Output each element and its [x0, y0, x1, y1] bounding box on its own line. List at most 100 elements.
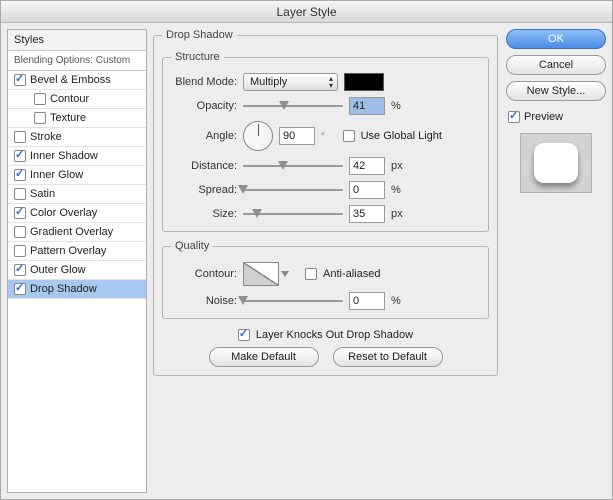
style-checkbox[interactable] — [14, 131, 26, 143]
style-label: Texture — [50, 112, 86, 124]
contour-label: Contour: — [171, 268, 237, 280]
spread-unit: % — [391, 184, 401, 196]
style-label: Bevel & Emboss — [30, 74, 111, 86]
knockout-checkbox[interactable] — [238, 329, 250, 341]
angle-dial[interactable] — [243, 121, 273, 151]
style-checkbox[interactable] — [34, 93, 46, 105]
noise-unit: % — [391, 295, 401, 307]
content: Styles Blending Options: Custom Bevel & … — [1, 23, 612, 499]
drop-shadow-legend: Drop Shadow — [162, 29, 237, 41]
opacity-unit: % — [391, 100, 401, 112]
opacity-label: Opacity: — [171, 100, 237, 112]
structure-group: Structure Blend Mode: Multiply ▴▾ Opacit… — [162, 51, 489, 232]
distance-slider[interactable] — [243, 159, 343, 173]
select-arrows-icon: ▴▾ — [329, 75, 333, 89]
style-label: Stroke — [30, 131, 62, 143]
style-row-texture[interactable]: Texture — [8, 109, 146, 128]
use-global-light-checkbox[interactable] — [343, 130, 355, 142]
style-label: Gradient Overlay — [30, 226, 113, 238]
preview-label: Preview — [524, 111, 563, 123]
distance-input[interactable]: 42 — [349, 157, 385, 175]
style-label: Outer Glow — [30, 264, 86, 276]
use-global-light-label: Use Global Light — [361, 130, 442, 142]
make-default-button[interactable]: Make Default — [209, 347, 319, 367]
style-row-satin[interactable]: Satin — [8, 185, 146, 204]
preview-thumbnail — [534, 143, 578, 183]
blend-mode-value: Multiply — [250, 76, 287, 88]
angle-unit: ° — [321, 131, 325, 141]
style-checkbox[interactable] — [14, 207, 26, 219]
style-row-stroke[interactable]: Stroke — [8, 128, 146, 147]
style-checkbox[interactable] — [14, 264, 26, 276]
blending-options[interactable]: Blending Options: Custom — [8, 51, 146, 71]
titlebar: Layer Style — [1, 1, 612, 23]
blend-mode-label: Blend Mode: — [171, 76, 237, 88]
new-style-button[interactable]: New Style... — [506, 81, 606, 101]
style-row-inner-glow[interactable]: Inner Glow — [8, 166, 146, 185]
antialiased-checkbox[interactable] — [305, 268, 317, 280]
quality-legend: Quality — [171, 240, 213, 252]
style-label: Inner Shadow — [30, 150, 98, 162]
size-unit: px — [391, 208, 403, 220]
style-checkbox[interactable] — [14, 283, 26, 295]
layer-style-dialog: Layer Style Styles Blending Options: Cus… — [0, 0, 613, 500]
styles-panel: Styles Blending Options: Custom Bevel & … — [7, 29, 147, 493]
spread-input[interactable]: 0 — [349, 181, 385, 199]
styles-header[interactable]: Styles — [8, 30, 146, 51]
style-row-bevel-emboss[interactable]: Bevel & Emboss — [8, 71, 146, 90]
size-slider[interactable] — [243, 207, 343, 221]
distance-unit: px — [391, 160, 403, 172]
size-label: Size: — [171, 208, 237, 220]
style-label: Inner Glow — [30, 169, 83, 181]
style-checkbox[interactable] — [14, 74, 26, 86]
style-row-inner-shadow[interactable]: Inner Shadow — [8, 147, 146, 166]
preview-checkbox[interactable] — [508, 111, 520, 123]
style-row-contour[interactable]: Contour — [8, 90, 146, 109]
style-row-drop-shadow[interactable]: Drop Shadow — [8, 280, 146, 299]
opacity-slider[interactable] — [243, 99, 343, 113]
spread-label: Spread: — [171, 184, 237, 196]
preview-box — [520, 133, 592, 193]
style-checkbox[interactable] — [14, 226, 26, 238]
style-checkbox[interactable] — [14, 150, 26, 162]
style-label: Pattern Overlay — [30, 245, 106, 257]
config-area: Drop Shadow Structure Blend Mode: Multip… — [153, 29, 498, 493]
side-buttons: OK Cancel New Style... Preview — [506, 29, 606, 493]
antialiased-label: Anti-aliased — [323, 268, 380, 280]
style-row-color-overlay[interactable]: Color Overlay — [8, 204, 146, 223]
opacity-input[interactable]: 41 — [349, 97, 385, 115]
reset-default-button[interactable]: Reset to Default — [333, 347, 443, 367]
style-label: Satin — [30, 188, 55, 200]
structure-legend: Structure — [171, 51, 224, 63]
blend-mode-select[interactable]: Multiply ▴▾ — [243, 73, 338, 91]
shadow-color-swatch[interactable] — [344, 73, 384, 91]
noise-label: Noise: — [171, 295, 237, 307]
style-row-outer-glow[interactable]: Outer Glow — [8, 261, 146, 280]
style-row-gradient-overlay[interactable]: Gradient Overlay — [8, 223, 146, 242]
knockout-label: Layer Knocks Out Drop Shadow — [256, 329, 413, 341]
style-checkbox[interactable] — [34, 112, 46, 124]
angle-label: Angle: — [171, 130, 237, 142]
style-checkbox[interactable] — [14, 188, 26, 200]
styles-list: Bevel & Emboss Contour Texture Stroke Inner … — [8, 71, 146, 299]
angle-input[interactable]: 90 — [279, 127, 315, 145]
style-checkbox[interactable] — [14, 169, 26, 181]
noise-slider[interactable] — [243, 294, 343, 308]
main: Drop Shadow Structure Blend Mode: Multip… — [153, 29, 606, 493]
style-label: Drop Shadow — [30, 283, 97, 295]
style-checkbox[interactable] — [14, 245, 26, 257]
drop-shadow-group: Drop Shadow Structure Blend Mode: Multip… — [153, 29, 498, 376]
spread-slider[interactable] — [243, 183, 343, 197]
cancel-button[interactable]: Cancel — [506, 55, 606, 75]
quality-group: Quality Contour: Anti-aliased Noise: — [162, 240, 489, 319]
style-label: Color Overlay — [30, 207, 97, 219]
contour-picker[interactable] — [243, 262, 279, 286]
window-title: Layer Style — [276, 5, 336, 19]
style-row-pattern-overlay[interactable]: Pattern Overlay — [8, 242, 146, 261]
style-label: Contour — [50, 93, 89, 105]
size-input[interactable]: 35 — [349, 205, 385, 223]
ok-button[interactable]: OK — [506, 29, 606, 49]
noise-input[interactable]: 0 — [349, 292, 385, 310]
chevron-down-icon — [281, 271, 289, 277]
distance-label: Distance: — [171, 160, 237, 172]
